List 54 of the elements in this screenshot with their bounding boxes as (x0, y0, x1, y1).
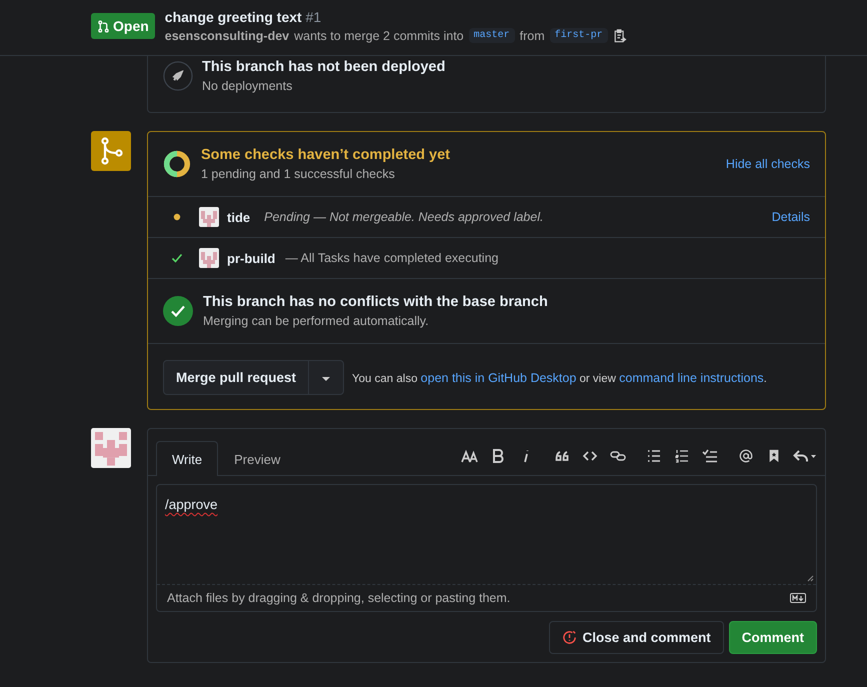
attach-hint[interactable]: Attach files by dragging & dropping, selecting or pasting them. (167, 591, 510, 605)
resize-handle-icon[interactable] (806, 574, 814, 582)
editor-tab[interactable]: Write (156, 441, 218, 476)
pending-dot-icon (173, 213, 181, 221)
task-list-icon[interactable] (701, 449, 719, 463)
from-text: from (520, 28, 545, 42)
close-and-comment-button[interactable]: Close and comment (549, 621, 724, 654)
check-status: Pending — Not mergeable. Needs approved label. (264, 210, 544, 224)
avatar (91, 428, 131, 468)
alert-icon (562, 630, 578, 645)
check-name: pr-build (227, 250, 276, 266)
merge-hint: You can also open this in GitHub Desktop or view command line instructions. (352, 370, 767, 384)
numbered-list-icon[interactable] (673, 449, 691, 463)
markdown-icon[interactable] (790, 593, 806, 603)
checks-title: Some checks haven’t completed yet (201, 147, 452, 163)
merge-button[interactable]: Merge pull request (164, 361, 308, 394)
mention-icon[interactable] (737, 449, 755, 463)
branch-icon (91, 131, 131, 171)
avatar (199, 248, 219, 268)
reply-icon[interactable] (793, 449, 817, 463)
caret-icon (321, 376, 332, 382)
desktop-link[interactable]: open this in GitHub Desktop (420, 370, 576, 384)
bullet-list-icon[interactable] (645, 449, 663, 463)
merge-description: wants to merge 2 commits into (294, 28, 464, 42)
check-status: — All Tasks have completed executing (285, 251, 498, 265)
deployment-subtitle: No deployments (202, 79, 294, 93)
rocket-icon (163, 61, 193, 91)
quote-icon[interactable] (553, 449, 571, 463)
pull-request-icon (97, 20, 110, 32)
conflicts-title: This branch has no conflicts with the base branch (203, 294, 548, 310)
pr-number: #1 (306, 9, 322, 25)
comment-field[interactable]: /approve (157, 485, 816, 585)
author-link[interactable]: esensconsulting-dev (164, 28, 290, 42)
details-link[interactable]: Details (772, 210, 810, 224)
branch-label[interactable]: first-pr (550, 28, 608, 43)
open-state-badge: Open (91, 13, 155, 39)
branch-label[interactable]: master (468, 28, 515, 43)
pr-title: change greeting text (164, 9, 302, 25)
cli-link[interactable]: command line instructions (619, 370, 764, 384)
deployment-title: This branch has not been deployed (202, 59, 446, 75)
copy-icon[interactable] (612, 28, 627, 42)
checks-summary: 1 pending and 1 successful checks (201, 167, 396, 181)
conflicts-subtitle: Merging can be performed automatically. (203, 314, 430, 328)
check-name: tide (227, 210, 250, 224)
link-icon[interactable] (609, 449, 627, 463)
code-icon[interactable] (581, 449, 599, 463)
text-size-icon[interactable] (461, 449, 479, 463)
avatar (199, 207, 219, 227)
success-icon (163, 296, 193, 326)
comment-button[interactable]: Comment (728, 621, 817, 654)
editor-tab[interactable]: Preview (218, 441, 296, 476)
check-icon (171, 252, 183, 264)
progress-ring-icon (163, 150, 191, 178)
hide-checks-link[interactable]: Hide all checks (726, 157, 810, 171)
